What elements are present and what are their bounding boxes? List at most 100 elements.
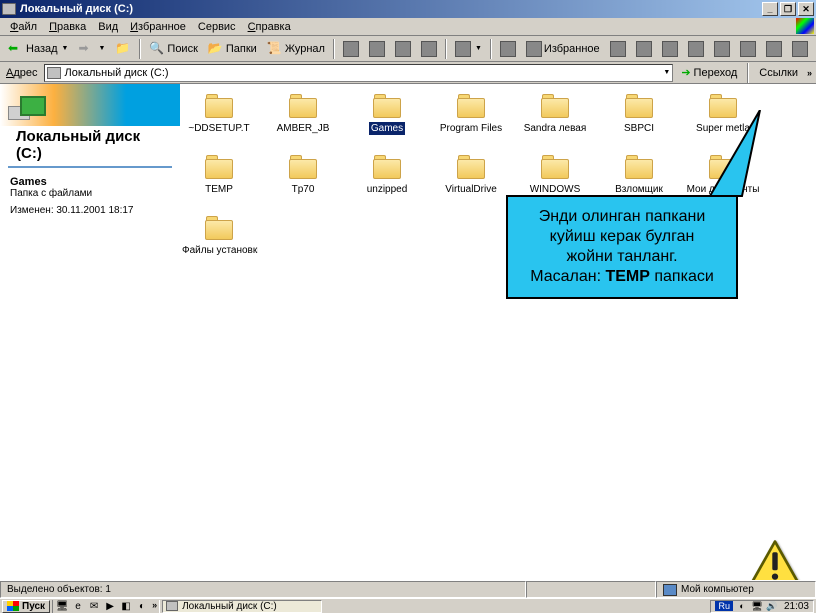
folder-label: Games xyxy=(369,122,405,135)
taskbar: Пуск 🖥 e ✉ ▶ ◧ ◐ » Локальный диск (C:) R… xyxy=(0,598,816,613)
close-button[interactable]: ✕ xyxy=(798,2,814,16)
folder-icon xyxy=(287,92,319,120)
folders-button[interactable]: Папки xyxy=(204,38,261,60)
copy-to-button[interactable] xyxy=(365,38,389,60)
history-button[interactable]: Журнал xyxy=(263,38,329,60)
selection-modified: Изменен: 30.11.2001 18:17 xyxy=(0,205,180,216)
tool-button-5[interactable] xyxy=(762,38,786,60)
folder-item[interactable]: AMBER_JB xyxy=(264,92,342,135)
callout-line: куйиш керак булган xyxy=(516,227,728,247)
links-label[interactable]: Ссылки xyxy=(755,67,802,79)
menu-help[interactable]: Справка xyxy=(242,20,297,34)
language-indicator[interactable]: Ru xyxy=(715,601,733,611)
chevron-down-icon[interactable]: ▼ xyxy=(663,69,670,76)
folder-icon xyxy=(455,153,487,181)
menu-tools[interactable]: Сервис xyxy=(192,20,242,34)
ql-app2-icon[interactable]: ◐ xyxy=(135,600,149,613)
folder-item[interactable]: ~DDSETUP.T xyxy=(180,92,258,135)
paste-icon xyxy=(714,41,730,57)
home-button[interactable] xyxy=(788,38,812,60)
folder-icon xyxy=(539,92,571,120)
chevron-down-icon: ▼ xyxy=(62,45,69,52)
sidebar-title: Локальный диск (C:) xyxy=(8,126,172,168)
folder-item[interactable]: Tp70 xyxy=(264,153,342,196)
taskbar-task[interactable]: Локальный диск (C:) xyxy=(162,600,322,613)
favorites-icon xyxy=(526,41,542,57)
ql-ie-icon[interactable]: e xyxy=(71,600,85,613)
folder-item[interactable]: Games xyxy=(348,92,426,135)
folder-label: Sandra левая xyxy=(522,122,589,135)
content-area: Локальный диск (C:) Games Папка с файлам… xyxy=(0,84,816,580)
go-button[interactable]: ➔Переход xyxy=(677,63,741,83)
windows-logo-icon xyxy=(796,18,814,34)
folder-label: TEMP xyxy=(203,183,235,196)
forward-icon xyxy=(78,41,94,57)
start-button[interactable]: Пуск xyxy=(2,600,50,613)
folder-icon xyxy=(287,153,319,181)
copy-to-icon xyxy=(369,41,385,57)
menu-view[interactable]: Вид xyxy=(92,20,124,34)
menu-file[interactable]: Файл xyxy=(4,20,43,34)
tool-button-3[interactable] xyxy=(632,38,656,60)
address-input[interactable]: Локальный диск (C:) ▼ xyxy=(44,64,674,82)
tool-icon xyxy=(636,41,652,57)
folder-item[interactable]: Файлы установки Update xyxy=(180,214,258,257)
folder-label: Tp70 xyxy=(290,183,317,196)
folder-item[interactable]: Program Files xyxy=(432,92,510,135)
folder-icon xyxy=(623,92,655,120)
folder-item[interactable]: unzipped xyxy=(348,153,426,196)
tray-icon-3[interactable]: 🔊 xyxy=(766,601,778,612)
delete-button[interactable] xyxy=(391,38,415,60)
minimize-button[interactable]: _ xyxy=(762,2,778,16)
status-location: Мой компьютер xyxy=(656,581,816,598)
menu-favorites[interactable]: Избранное xyxy=(124,20,192,34)
folder-item[interactable]: SBPCI xyxy=(600,92,678,135)
tool-button-2[interactable] xyxy=(606,38,630,60)
tool-icon xyxy=(610,41,626,57)
ql-media-icon[interactable]: ▶ xyxy=(103,600,117,613)
folder-icon xyxy=(203,92,235,120)
status-selection: Выделено объектов: 1 xyxy=(0,581,526,598)
views-button[interactable]: ▼ xyxy=(451,38,486,60)
undo-button[interactable] xyxy=(417,38,441,60)
up-button[interactable] xyxy=(111,38,135,60)
folder-item[interactable]: TEMP xyxy=(180,153,258,196)
folder-icon xyxy=(371,92,403,120)
tray-icon-1[interactable]: ◐ xyxy=(736,601,748,612)
folder-label: unzipped xyxy=(365,183,410,196)
folder-item[interactable]: WINDOWS xyxy=(516,153,594,196)
search-button[interactable]: Поиск xyxy=(145,38,201,60)
copy-button[interactable] xyxy=(684,38,708,60)
cut-button[interactable] xyxy=(658,38,682,60)
folder-item[interactable]: Sandra левая xyxy=(516,92,594,135)
tool-button-4[interactable] xyxy=(736,38,760,60)
address-label: Адрес xyxy=(4,67,40,79)
undo-icon xyxy=(421,41,437,57)
clock[interactable]: 21:03 xyxy=(781,601,809,612)
paste-button[interactable] xyxy=(710,38,734,60)
selection-type: Папка с файлами xyxy=(0,188,180,205)
forward-button[interactable]: ▼ xyxy=(74,38,109,60)
ql-overflow[interactable]: » xyxy=(151,600,157,613)
menu-edit[interactable]: Правка xyxy=(43,20,92,34)
back-button[interactable]: Назад▼ xyxy=(4,38,72,60)
favorites-button[interactable]: Избранное xyxy=(522,38,604,60)
tool-button-1[interactable] xyxy=(496,38,520,60)
ql-outlook-icon[interactable]: ✉ xyxy=(87,600,101,613)
folder-icon xyxy=(539,153,571,181)
folder-label: Файлы установки Update xyxy=(180,244,258,257)
disk-icon xyxy=(166,601,178,611)
tray-icon-2[interactable]: 🖥 xyxy=(751,601,763,612)
move-to-button[interactable] xyxy=(339,38,363,60)
folder-item[interactable]: Взломщик xyxy=(600,153,678,196)
selection-name: Games xyxy=(0,176,180,188)
maximize-button[interactable]: ❐ xyxy=(780,2,796,16)
callout-line: жойни танланг. xyxy=(516,247,728,267)
ql-desktop-icon[interactable]: 🖥 xyxy=(55,600,69,613)
ql-app1-icon[interactable]: ◧ xyxy=(119,600,133,613)
tool-icon xyxy=(740,41,756,57)
folder-label: ~DDSETUP.T xyxy=(186,122,251,135)
folder-item[interactable]: VirtualDrive xyxy=(432,153,510,196)
folder-label: VirtualDrive xyxy=(443,183,499,196)
overflow-chevron[interactable]: » xyxy=(806,68,812,78)
